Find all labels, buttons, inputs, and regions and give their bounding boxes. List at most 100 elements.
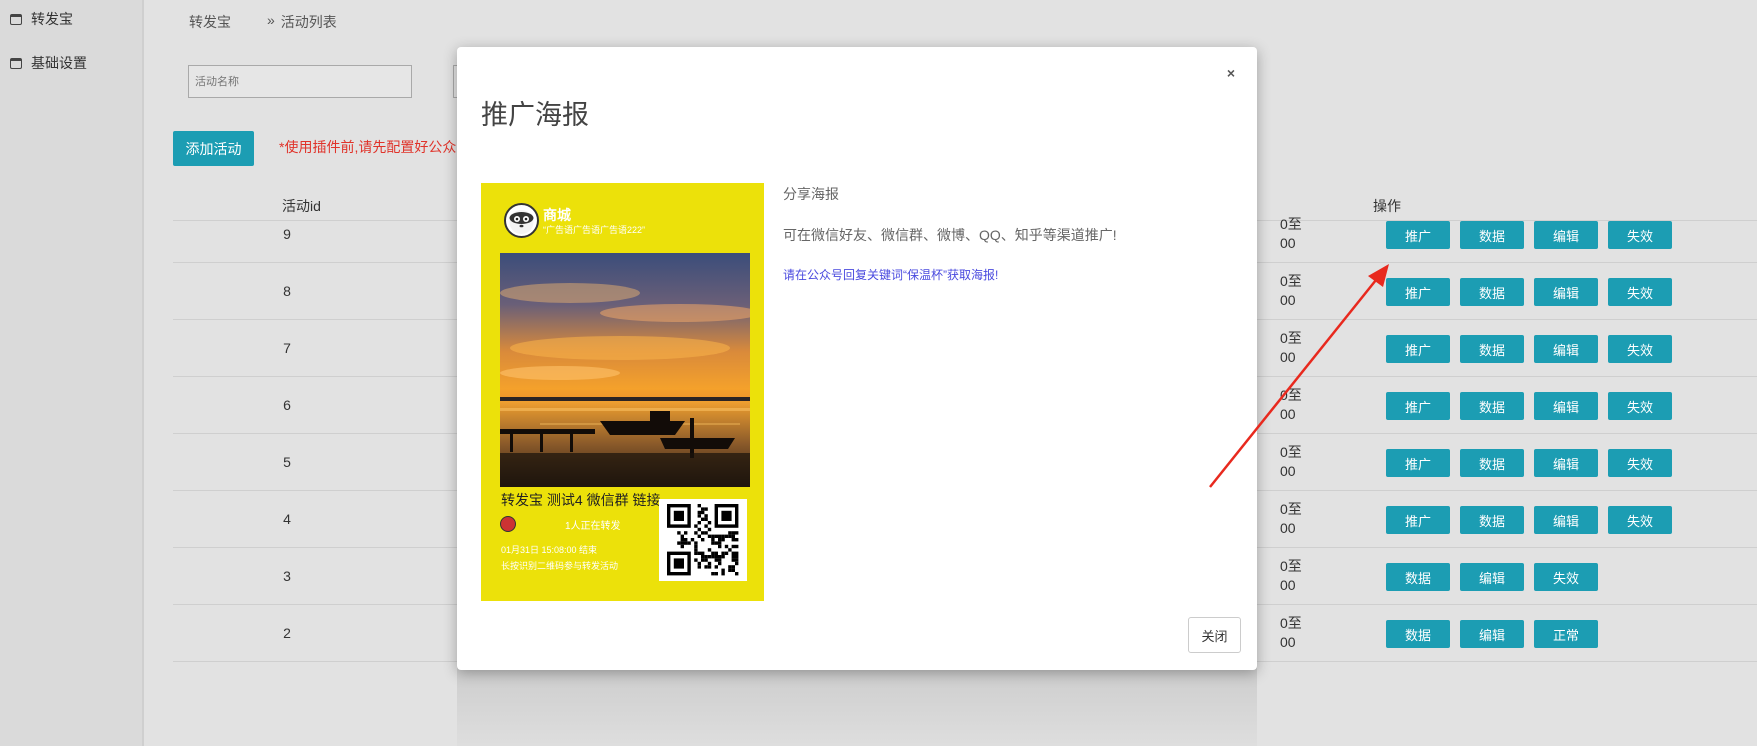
row-actions: 推广 数据 编辑 失效 <box>1386 335 1682 363</box>
breadcrumb: 转发宝 » 活动列表 <box>189 12 337 32</box>
close-button[interactable]: 关闭 <box>1188 617 1241 653</box>
row-time-end: 00 <box>1280 634 1296 650</box>
data-button[interactable]: 数据 <box>1460 449 1524 477</box>
row-time-start: 0至 <box>1280 615 1302 631</box>
row-actions: 数据 编辑 失效 <box>1386 563 1608 591</box>
edit-button[interactable]: 编辑 <box>1534 278 1598 306</box>
row-time-end: 00 <box>1280 292 1296 308</box>
data-button[interactable]: 数据 <box>1460 506 1524 534</box>
row-actions: 推广 数据 编辑 失效 <box>1386 221 1682 249</box>
promote-button[interactable]: 推广 <box>1386 392 1450 420</box>
edit-button[interactable]: 编辑 <box>1534 335 1598 363</box>
row-time: 0至 00 <box>1280 320 1340 376</box>
share-keyword-hint: 请在公众号回复关键词“保温杯”获取海报! <box>783 268 999 282</box>
row-id: 9 <box>283 226 291 242</box>
row-time-start: 0至 <box>1280 387 1302 403</box>
row-actions: 数据 编辑 正常 <box>1386 620 1608 648</box>
row-id: 6 <box>283 397 291 413</box>
edit-button[interactable]: 编辑 <box>1534 449 1598 477</box>
row-time: 0至 00 <box>1280 377 1340 433</box>
share-channels-text: 可在微信好友、微信群、微博、QQ、知乎等渠道推广! <box>783 227 1117 243</box>
row-actions: 推广 数据 编辑 失效 <box>1386 392 1682 420</box>
disable-button[interactable]: 失效 <box>1608 392 1672 420</box>
row-id: 8 <box>283 283 291 299</box>
share-poster-label: 分享海报 <box>783 186 839 202</box>
disable-button[interactable]: 失效 <box>1534 563 1598 591</box>
sidebar: 转发宝 基础设置 <box>0 0 144 746</box>
row-time-start: 0至 <box>1280 216 1302 232</box>
promotion-poster: 商城 “广告语广告语广告语222” 转发宝 测试4 微信群 链接 1人正在转发 … <box>481 183 764 601</box>
disable-button[interactable]: 失效 <box>1608 221 1672 249</box>
data-button[interactable]: 数据 <box>1460 278 1524 306</box>
shop-avatar <box>504 203 539 238</box>
promote-button[interactable]: 推广 <box>1386 506 1450 534</box>
row-id: 3 <box>283 568 291 584</box>
data-button[interactable]: 数据 <box>1386 563 1450 591</box>
row-time-end: 00 <box>1280 235 1296 251</box>
data-button[interactable]: 数据 <box>1460 392 1524 420</box>
edit-button[interactable]: 编辑 <box>1534 506 1598 534</box>
row-time: 0至 00 <box>1280 605 1340 661</box>
disable-button[interactable]: 失效 <box>1608 335 1672 363</box>
row-time: 0至 00 <box>1280 491 1340 547</box>
promote-button[interactable]: 推广 <box>1386 335 1450 363</box>
poster-end-time: 01月31日 15:08:00 结束 <box>501 545 598 555</box>
close-icon[interactable]: × <box>1227 65 1235 81</box>
data-button[interactable]: 数据 <box>1460 221 1524 249</box>
poster-ad-text: “广告语广告语广告语222” <box>543 225 646 235</box>
promote-button[interactable]: 推广 <box>1386 221 1450 249</box>
row-actions: 推广 数据 编辑 失效 <box>1386 278 1682 306</box>
window-icon <box>10 13 22 25</box>
row-id: 4 <box>283 511 291 527</box>
breadcrumb-current: 活动列表 <box>280 14 337 30</box>
disable-button[interactable]: 失效 <box>1608 449 1672 477</box>
modal-title: 推广海报 <box>481 100 589 130</box>
forwarder-avatar <box>500 516 516 532</box>
breadcrumb-separator-icon: » <box>267 12 275 28</box>
row-time-start: 0至 <box>1280 444 1302 460</box>
row-time-start: 0至 <box>1280 501 1302 517</box>
breadcrumb-root[interactable]: 转发宝 <box>189 12 231 32</box>
row-actions: 推广 数据 编辑 失效 <box>1386 506 1682 534</box>
row-time-end: 00 <box>1280 577 1296 593</box>
add-activity-button[interactable]: 添加活动 <box>173 131 254 166</box>
row-id: 5 <box>283 454 291 470</box>
enable-button[interactable]: 正常 <box>1534 620 1598 648</box>
edit-button[interactable]: 编辑 <box>1460 563 1524 591</box>
poster-sunset-image <box>500 253 750 487</box>
data-button[interactable]: 数据 <box>1460 335 1524 363</box>
edit-button[interactable]: 编辑 <box>1534 392 1598 420</box>
config-notice: *使用插件前,请先配置好公众 <box>279 139 457 155</box>
row-time: 0至 00 <box>1280 263 1340 319</box>
poster-scan-tip: 长按识别二维码参与转发活动 <box>501 561 619 571</box>
row-time-start: 0至 <box>1280 558 1302 574</box>
edit-button[interactable]: 编辑 <box>1460 620 1524 648</box>
disable-button[interactable]: 失效 <box>1608 506 1672 534</box>
row-time-end: 00 <box>1280 463 1296 479</box>
poster-modal: 推广海报 × 商城 “广告语广告语广告语222” 转发宝 测试4 微信群 链接 … <box>457 47 1257 670</box>
sidebar-item-zhuanfabao[interactable]: 转发宝 <box>10 8 73 30</box>
promote-button[interactable]: 推广 <box>1386 449 1450 477</box>
sidebar-item-settings[interactable]: 基础设置 <box>10 52 87 74</box>
row-time-start: 0至 <box>1280 330 1302 346</box>
row-time: 0至 00 <box>1280 206 1340 262</box>
window-icon <box>10 57 22 69</box>
search-input[interactable] <box>188 65 412 98</box>
row-id: 7 <box>283 340 291 356</box>
sidebar-item-label: 基础设置 <box>31 55 87 71</box>
row-id: 2 <box>283 625 291 641</box>
row-time-start: 0至 <box>1280 273 1302 289</box>
poster-shop-name: 商城 <box>543 207 571 223</box>
row-time: 0至 00 <box>1280 548 1340 604</box>
row-actions: 推广 数据 编辑 失效 <box>1386 449 1682 477</box>
qr-code-icon <box>659 499 747 581</box>
row-time-end: 00 <box>1280 406 1296 422</box>
sidebar-item-label: 转发宝 <box>31 11 73 27</box>
row-time-end: 00 <box>1280 520 1296 536</box>
disable-button[interactable]: 失效 <box>1608 278 1672 306</box>
edit-button[interactable]: 编辑 <box>1534 221 1598 249</box>
poster-caption: 转发宝 测试4 微信群 链接 <box>501 492 661 508</box>
promote-button[interactable]: 推广 <box>1386 278 1450 306</box>
poster-forward-count: 1人正在转发 <box>565 521 621 532</box>
data-button[interactable]: 数据 <box>1386 620 1450 648</box>
